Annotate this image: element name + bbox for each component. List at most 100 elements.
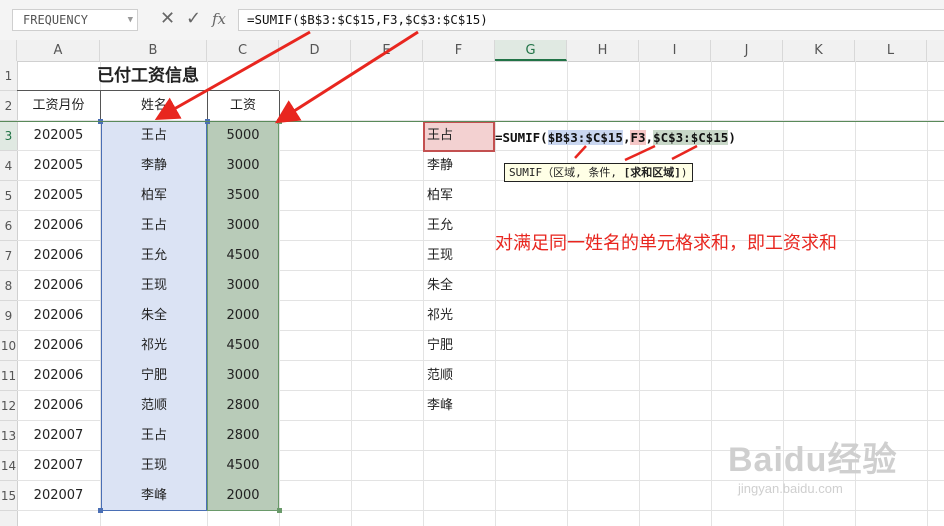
table-cell-salary[interactable]: 4500: [207, 451, 279, 481]
row-header-1[interactable]: 1: [0, 61, 17, 91]
table-cell-salary[interactable]: 3000: [207, 271, 279, 301]
table-cell-name[interactable]: 王占: [101, 211, 207, 241]
table-cell-name[interactable]: 王占: [101, 121, 207, 151]
table-cell-name[interactable]: 李静: [101, 151, 207, 181]
table-cell-month[interactable]: 202006: [17, 391, 100, 421]
row-header-12[interactable]: 12: [0, 391, 17, 421]
table-cell-month[interactable]: 202005: [17, 151, 100, 181]
row-header-4[interactable]: 4: [0, 151, 17, 181]
criteria-name-cell[interactable]: 范顺: [423, 361, 495, 391]
table-cell-salary[interactable]: 4500: [207, 331, 279, 361]
column-header-g[interactable]: G: [495, 40, 567, 61]
table-cell-name[interactable]: 王现: [101, 271, 207, 301]
table-cell-salary[interactable]: 3500: [207, 181, 279, 211]
table-cell-month[interactable]: 202007: [17, 451, 100, 481]
table-cell-name[interactable]: 祁光: [101, 331, 207, 361]
row-header-bar: 1 2 3 4 5 6 7 8 9 10 11 12 13 14 15: [0, 61, 18, 526]
row-header-8[interactable]: 8: [0, 271, 17, 301]
table-cell-name[interactable]: 李峰: [101, 481, 207, 511]
row-header-3[interactable]: 3: [0, 121, 17, 151]
name-box-value: FREQUENCY: [23, 13, 89, 27]
column-header-l[interactable]: L: [855, 40, 927, 61]
formula-input[interactable]: =SUMIF($B$3:$C$15,F3,$C$3:$C$15): [238, 9, 944, 31]
table-cell-salary[interactable]: 2800: [207, 391, 279, 421]
annotation-text: 对满足同一姓名的单元格求和，即工资求和: [495, 233, 837, 254]
row-header-15[interactable]: 15: [0, 481, 17, 511]
tooltip-close: ): [680, 166, 688, 179]
criteria-name-cell[interactable]: 李峰: [423, 391, 495, 421]
column-header-bar: A B C D E F G H I J K L: [0, 40, 944, 62]
table-cell-month[interactable]: 202007: [17, 421, 100, 451]
row-header-5[interactable]: 5: [0, 181, 17, 211]
sheet-title[interactable]: 已付工资信息: [17, 61, 279, 91]
row-header-10[interactable]: 10: [0, 331, 17, 361]
enter-check-icon[interactable]: ✓: [186, 8, 201, 30]
in-cell-formula-editor[interactable]: =SUMIF($B$3:$C$15,F3,$C$3:$C$15): [495, 128, 736, 148]
criteria-name-cell[interactable]: 王允: [423, 211, 495, 241]
table-cell-salary[interactable]: 3000: [207, 361, 279, 391]
fx-icon[interactable]: fx: [212, 8, 226, 30]
table-cell-month[interactable]: 202006: [17, 241, 100, 271]
chevron-down-icon[interactable]: ▼: [128, 10, 133, 30]
header-name[interactable]: 姓名: [101, 91, 207, 121]
row-header-2[interactable]: 2: [0, 91, 17, 121]
row-header-11[interactable]: 11: [0, 361, 17, 391]
criteria-name-cell[interactable]: 朱全: [423, 271, 495, 301]
formula-prefix: =SUMIF(: [495, 130, 548, 145]
criteria-name-cell[interactable]: 祁光: [423, 301, 495, 331]
active-row-line: [0, 121, 944, 122]
watermark-url: jingyan.baidu.com: [738, 481, 843, 496]
criteria-name-cell[interactable]: 王现: [423, 241, 495, 271]
table-cell-name[interactable]: 王允: [101, 241, 207, 271]
header-month[interactable]: 工资月份: [17, 91, 100, 121]
column-header-c[interactable]: C: [207, 40, 279, 61]
table-cell-salary[interactable]: 5000: [207, 121, 279, 151]
column-header-a[interactable]: A: [17, 40, 100, 61]
table-cell-salary[interactable]: 2800: [207, 421, 279, 451]
criteria-name-cell[interactable]: 宁肥: [423, 331, 495, 361]
table-cell-salary[interactable]: 2000: [207, 301, 279, 331]
table-cell-name[interactable]: 朱全: [101, 301, 207, 331]
name-box[interactable]: FREQUENCY ▼: [12, 9, 138, 31]
column-header-i[interactable]: I: [639, 40, 711, 61]
column-header-h[interactable]: H: [567, 40, 639, 61]
table-cell-salary[interactable]: 4500: [207, 241, 279, 271]
row-header-7[interactable]: 7: [0, 241, 17, 271]
select-all-corner[interactable]: [0, 40, 17, 61]
table-cell-month[interactable]: 202006: [17, 361, 100, 391]
row-header-9[interactable]: 9: [0, 301, 17, 331]
column-header-e[interactable]: E: [351, 40, 423, 61]
table-cell-salary[interactable]: 3000: [207, 151, 279, 181]
row-header-14[interactable]: 14: [0, 451, 17, 481]
table-cell-salary[interactable]: 3000: [207, 211, 279, 241]
column-header-b[interactable]: B: [100, 40, 207, 61]
watermark: Baidu经验 jingyan.baidu.com: [728, 432, 928, 522]
row-header-13[interactable]: 13: [0, 421, 17, 451]
criteria-name-cell[interactable]: 李静: [423, 151, 495, 181]
tooltip-function: SUMIF: [509, 166, 543, 179]
criteria-name-cell[interactable]: 柏军: [423, 181, 495, 211]
formula-arg-range: $B$3:$C$15: [547, 130, 623, 145]
table-cell-month[interactable]: 202006: [17, 331, 100, 361]
table-cell-month[interactable]: 202006: [17, 301, 100, 331]
table-cell-month[interactable]: 202005: [17, 181, 100, 211]
criteria-name-cell[interactable]: 王占: [423, 121, 495, 151]
column-header-d[interactable]: D: [279, 40, 351, 61]
column-header-f[interactable]: F: [423, 40, 495, 61]
table-cell-month[interactable]: 202006: [17, 211, 100, 241]
table-cell-name[interactable]: 范顺: [101, 391, 207, 421]
table-cell-month[interactable]: 202006: [17, 271, 100, 301]
table-cell-month[interactable]: 202007: [17, 481, 100, 511]
function-tooltip: SUMIF（区域, 条件, [求和区域]): [504, 163, 693, 182]
column-header-j[interactable]: J: [711, 40, 783, 61]
table-cell-salary[interactable]: 2000: [207, 481, 279, 511]
table-cell-name[interactable]: 柏军: [101, 181, 207, 211]
table-cell-name[interactable]: 王现: [101, 451, 207, 481]
table-cell-name[interactable]: 王占: [101, 421, 207, 451]
cancel-x-icon[interactable]: ✕: [160, 8, 175, 30]
column-header-k[interactable]: K: [783, 40, 855, 61]
header-salary[interactable]: 工资: [207, 91, 279, 121]
row-header-6[interactable]: 6: [0, 211, 17, 241]
table-cell-month[interactable]: 202005: [17, 121, 100, 151]
table-cell-name[interactable]: 宁肥: [101, 361, 207, 391]
